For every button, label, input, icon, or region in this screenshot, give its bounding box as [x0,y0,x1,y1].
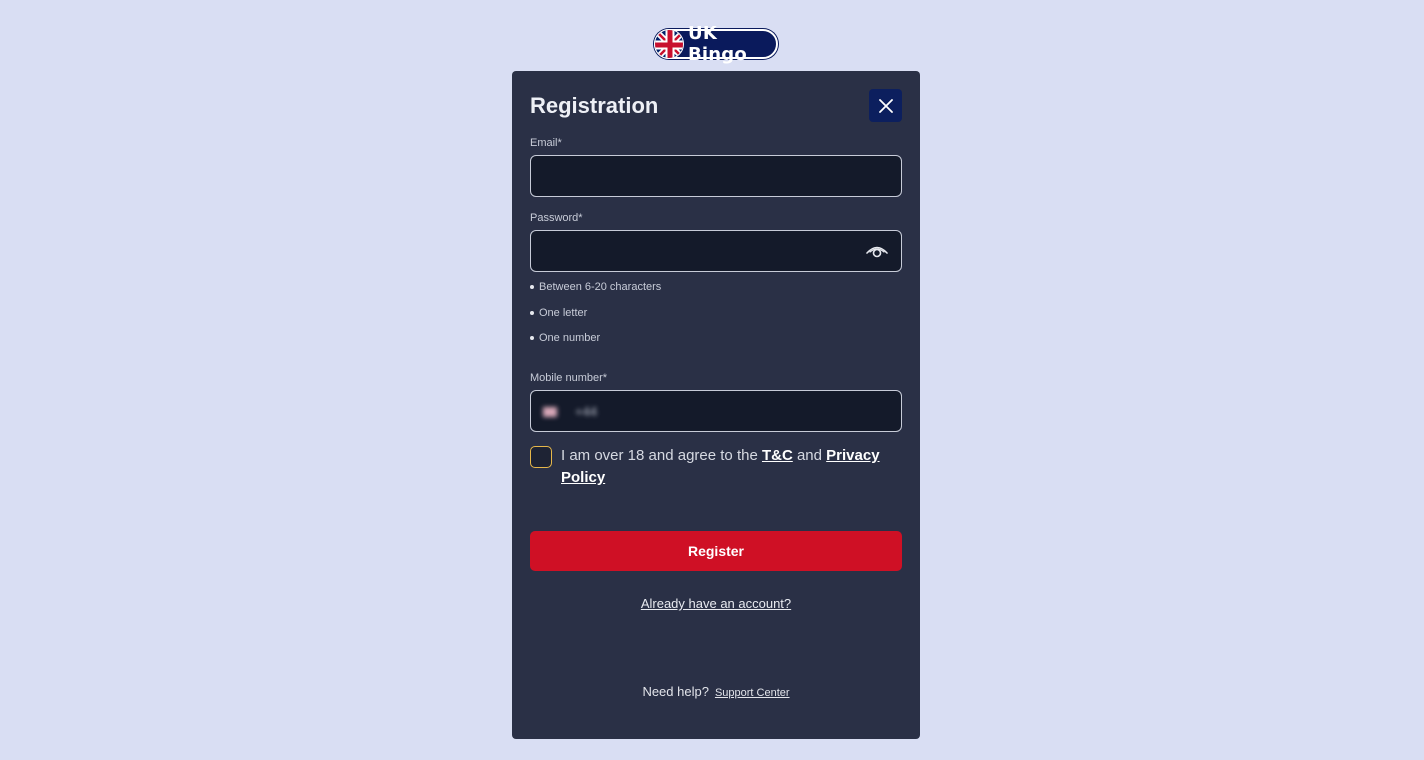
register-button[interactable]: Register [530,531,902,571]
password-field-container [530,230,902,272]
uk-bingo-logo[interactable]: UK Bingo [654,23,778,65]
password-rule: Between 6-20 characters [530,281,661,307]
email-label: Email* [530,137,562,149]
password-field[interactable] [531,231,901,271]
modal-title: Registration [530,93,659,118]
mobile-label: Mobile number* [530,372,608,384]
support-center-link[interactable]: Support Center [715,687,790,699]
tc-link[interactable]: T&C [762,447,793,464]
email-field[interactable] [531,156,901,196]
uk-flag-icon [654,29,684,59]
uk-flag-icon [543,406,557,417]
logo-text: UK Bingo [688,23,747,65]
help-text: Need help? [642,684,709,699]
email-field-container [530,155,902,197]
eye-icon [866,246,888,258]
country-code: +44 [575,404,598,419]
consent-text: I am over 18 and agree to the T&C and Pr… [561,447,880,486]
registration-modal: Registration Email* Password* Between 6-… [512,71,920,739]
age-consent-checkbox[interactable] [530,446,552,468]
password-rule: One letter [530,307,661,333]
close-icon [878,98,893,113]
show-password-toggle[interactable] [865,241,889,261]
password-rule: One number [530,332,661,358]
close-button[interactable] [869,89,902,122]
password-label: Password* [530,212,583,224]
login-prompt: Already have an account? [512,595,920,613]
help-footer: Need help? Support Center [512,684,920,699]
country-code-selector[interactable]: +44 [543,404,597,419]
mobile-field-container[interactable]: +44 [530,390,902,432]
password-rules: Between 6-20 characters One letter One n… [530,281,661,358]
login-link[interactable]: Already have an account? [641,596,791,611]
